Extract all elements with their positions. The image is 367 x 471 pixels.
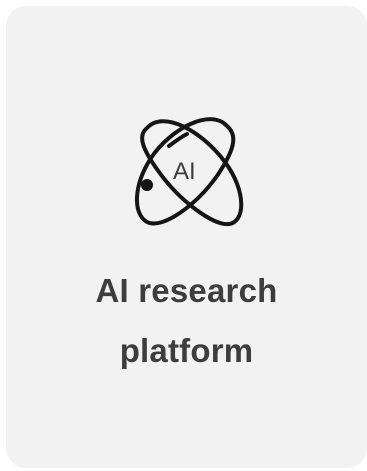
logo-label: AI [173,158,196,185]
title-line-1: AI research [95,272,278,309]
ai-research-platform-card[interactable]: AI AI research platform [6,6,367,468]
card-title: AI research platform [6,261,367,381]
title-line-2: platform [119,332,254,369]
atom-ai-icon: AI [129,106,245,230]
